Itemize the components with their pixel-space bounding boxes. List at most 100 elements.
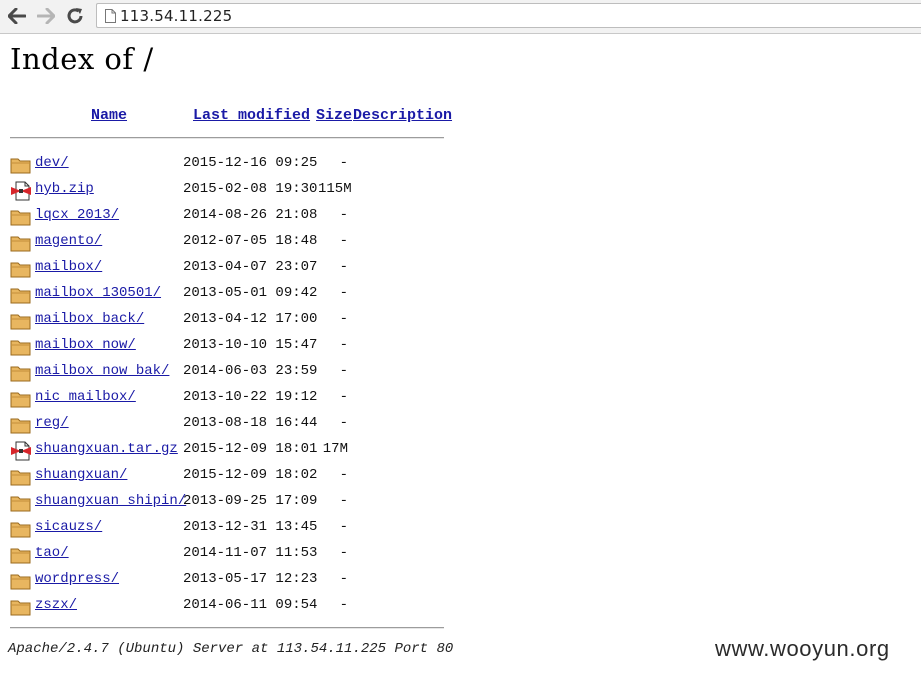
file-link[interactable]: shuangxuan shipin/ — [35, 493, 186, 509]
table-row: hyb.zip 2015-02-08 19:30 115M — [0, 177, 460, 203]
size-cell: - — [339, 519, 348, 535]
table-row: reg/2013-08-18 16:44 - — [0, 411, 460, 437]
table-row: tao/2014-11-07 11:53 - — [0, 541, 460, 567]
url-text[interactable]: 113.54.11.225 — [120, 7, 232, 25]
table-row: shuangxuan shipin/2013-09-25 17:09 - — [0, 489, 460, 515]
folder-icon — [10, 233, 32, 253]
table-row: mailbox 130501/2013-05-01 09:42 - — [0, 281, 460, 307]
size-cell: - — [339, 207, 348, 223]
forward-arrow-icon — [37, 8, 55, 24]
last-modified-cell: 2013-09-25 17:09 — [183, 493, 318, 509]
file-link[interactable]: mailbox back/ — [35, 311, 144, 327]
size-cell: - — [339, 363, 348, 379]
watermark: www.wooyun.org — [715, 636, 890, 661]
header-divider — [10, 137, 444, 139]
folder-icon — [10, 519, 32, 539]
folder-icon — [10, 467, 32, 487]
browser-toolbar: 113.54.11.225 — [0, 0, 921, 34]
file-link[interactable]: mailbox 130501/ — [35, 285, 161, 301]
last-modified-cell: 2013-10-22 19:12 — [183, 389, 318, 405]
column-header-description[interactable]: Description — [353, 107, 452, 124]
folder-icon — [10, 337, 32, 357]
server-signature: Apache/2.4.7 (Ubuntu) Server at 113.54.1… — [8, 641, 454, 657]
size-cell: - — [339, 571, 348, 587]
back-arrow-icon — [8, 8, 26, 24]
file-link[interactable]: shuangxuan.tar.gz — [35, 441, 178, 457]
last-modified-cell: 2014-06-11 09:54 — [183, 597, 318, 613]
column-header-last-modified[interactable]: Last modified — [193, 107, 310, 124]
last-modified-cell: 2013-12-31 13:45 — [183, 519, 318, 535]
folder-icon — [10, 285, 32, 305]
last-modified-cell: 2013-05-01 09:42 — [183, 285, 318, 301]
size-cell: - — [339, 545, 348, 561]
last-modified-cell: 2015-12-09 18:01 — [183, 441, 318, 457]
size-cell: - — [339, 233, 348, 249]
folder-icon — [10, 155, 32, 175]
column-header-size[interactable]: Size — [316, 107, 352, 124]
file-link[interactable]: dev/ — [35, 155, 69, 171]
folder-icon — [10, 389, 32, 409]
file-link[interactable]: tao/ — [35, 545, 69, 561]
last-modified-cell: 2015-02-08 19:30 — [183, 181, 318, 197]
footer-divider — [10, 627, 444, 629]
table-row: mailbox/2013-04-07 23:07 - — [0, 255, 460, 281]
last-modified-cell: 2013-10-10 15:47 — [183, 337, 318, 353]
file-link[interactable]: mailbox now bak/ — [35, 363, 169, 379]
folder-icon — [10, 363, 32, 383]
size-cell: - — [339, 597, 348, 613]
last-modified-cell: 2014-06-03 23:59 — [183, 363, 318, 379]
last-modified-cell: 2013-08-18 16:44 — [183, 415, 318, 431]
table-row: lqcx 2013/2014-08-26 21:08 - — [0, 203, 460, 229]
table-row: dev/2015-12-16 09:25 - — [0, 151, 460, 177]
back-button[interactable] — [7, 6, 27, 26]
folder-icon — [10, 571, 32, 591]
forward-button[interactable] — [36, 6, 56, 26]
file-link[interactable]: lqcx 2013/ — [35, 207, 119, 223]
last-modified-cell: 2014-08-26 21:08 — [183, 207, 318, 223]
last-modified-cell: 2013-04-07 23:07 — [183, 259, 318, 275]
reload-button[interactable] — [65, 6, 85, 26]
reload-icon — [67, 8, 83, 24]
folder-icon — [10, 545, 32, 565]
size-cell: - — [339, 415, 348, 431]
table-row: mailbox now/2013-10-10 15:47 - — [0, 333, 460, 359]
size-cell: 115M — [318, 181, 352, 197]
size-cell: - — [339, 285, 348, 301]
last-modified-cell: 2014-11-07 11:53 — [183, 545, 318, 561]
table-row: magento/2012-07-05 18:48 - — [0, 229, 460, 255]
last-modified-cell: 2015-12-09 18:02 — [183, 467, 318, 483]
file-link[interactable]: wordpress/ — [35, 571, 119, 587]
folder-icon — [10, 259, 32, 279]
folder-icon — [10, 415, 32, 435]
last-modified-cell: 2013-04-12 17:00 — [183, 311, 318, 327]
table-row: sicauzs/2013-12-31 13:45 - — [0, 515, 460, 541]
size-cell: 17M — [322, 441, 348, 457]
table-row: shuangxuan.tar.gz 2015-12-09 18:01 17M — [0, 437, 460, 463]
file-link[interactable]: mailbox/ — [35, 259, 102, 275]
file-link[interactable]: nic mailbox/ — [35, 389, 136, 405]
folder-icon — [10, 597, 32, 617]
file-link[interactable]: reg/ — [35, 415, 69, 431]
file-link[interactable]: zszx/ — [35, 597, 77, 613]
table-row: shuangxuan/2015-12-09 18:02 - — [0, 463, 460, 489]
size-cell: - — [339, 493, 348, 509]
file-link[interactable]: mailbox now/ — [35, 337, 136, 353]
table-row: wordpress/2013-05-17 12:23 - — [0, 567, 460, 593]
file-link[interactable]: magento/ — [35, 233, 102, 249]
table-row: zszx/2014-06-11 09:54 - — [0, 593, 460, 619]
last-modified-cell: 2012-07-05 18:48 — [183, 233, 318, 249]
file-link[interactable]: shuangxuan/ — [35, 467, 127, 483]
size-cell: - — [339, 311, 348, 327]
archive-icon — [10, 181, 32, 201]
archive-icon — [10, 441, 32, 461]
size-cell: - — [339, 259, 348, 275]
last-modified-cell: 2015-12-16 09:25 — [183, 155, 318, 171]
file-link[interactable]: hyb.zip — [35, 181, 94, 197]
folder-icon — [10, 311, 32, 331]
address-bar[interactable]: 113.54.11.225 — [96, 3, 921, 28]
table-row: mailbox back/2013-04-12 17:00 - — [0, 307, 460, 333]
column-header-name[interactable]: Name — [91, 107, 127, 124]
file-link[interactable]: sicauzs/ — [35, 519, 102, 535]
table-row: mailbox now bak/2014-06-03 23:59 - — [0, 359, 460, 385]
page-title: Index of / — [10, 42, 154, 76]
